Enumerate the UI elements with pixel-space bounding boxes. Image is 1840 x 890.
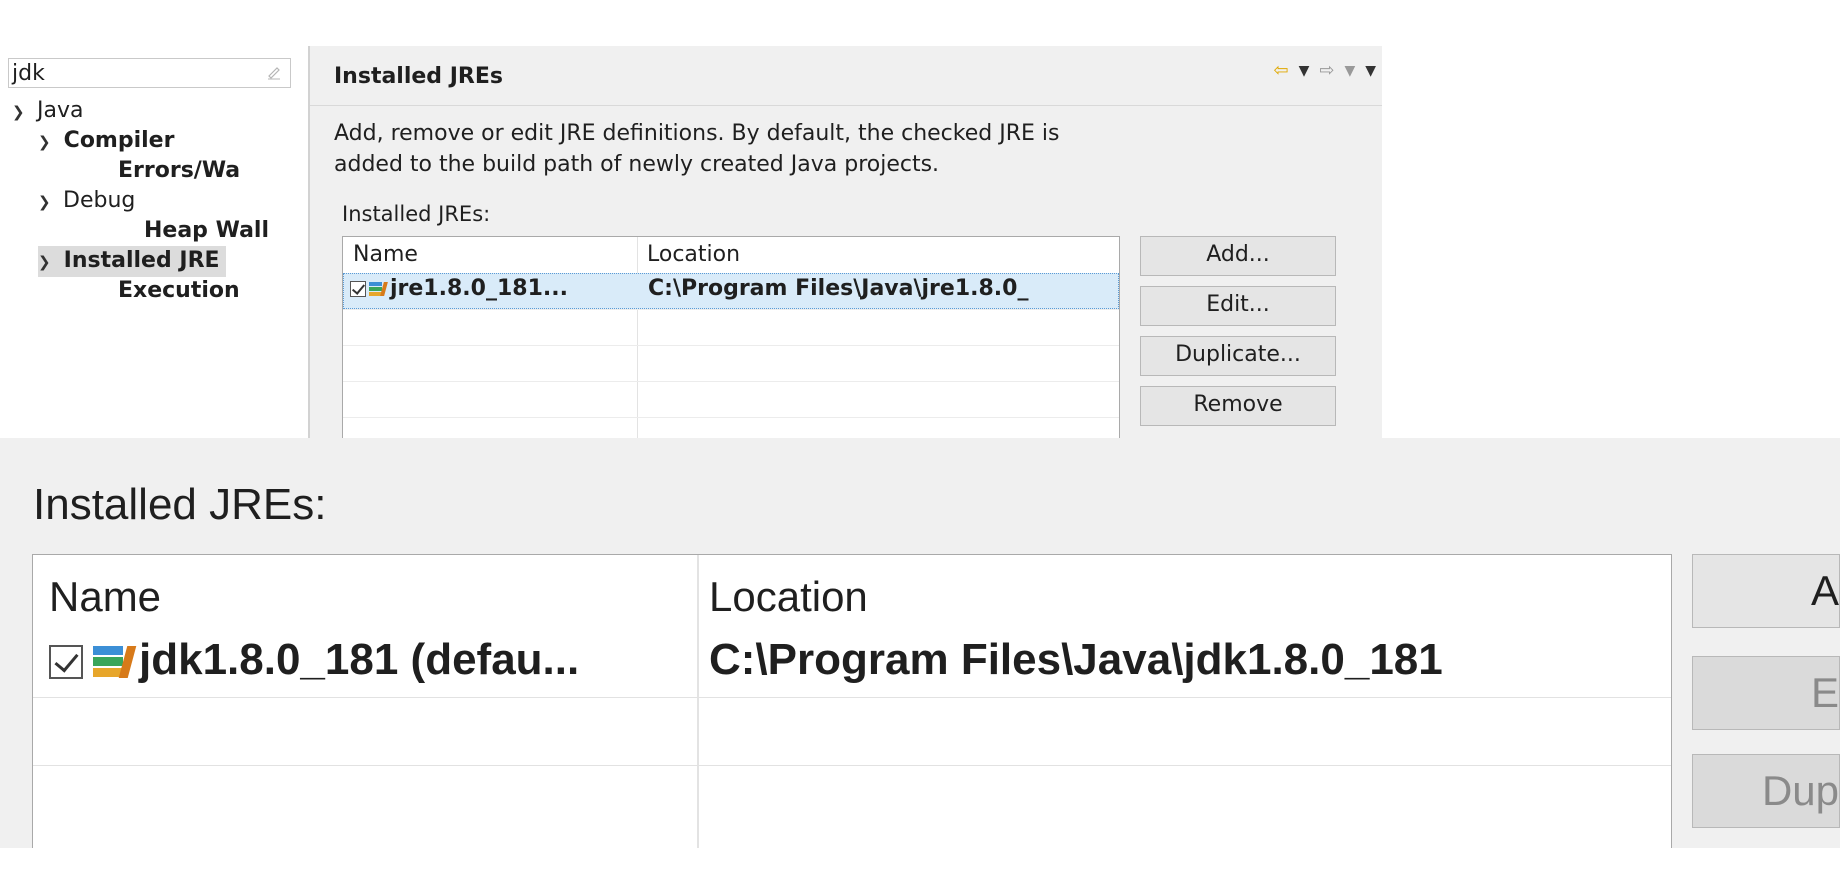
jre-location: C:\Program Files\Java\jre1.8.0_: [648, 276, 1029, 301]
installed-jres-table[interactable]: Name Location jre1.8.0_181... C:\Program…: [342, 236, 1120, 439]
preferences-tree-panel: jdk ❯ Java ❯ Compiler Errors/Wa ❯ Debug: [0, 46, 308, 438]
table-label: Installed JREs:: [342, 202, 491, 226]
tree-item-installed-jres[interactable]: ❯ Installed JRE: [38, 246, 226, 277]
table-label: Installed JREs:: [33, 480, 327, 529]
table-header: Name Location: [343, 237, 1119, 273]
dropdown-icon[interactable]: ▼: [1299, 63, 1310, 79]
table-row: [33, 697, 1671, 765]
duplicate-button[interactable]: Dup: [1692, 754, 1840, 828]
tree-item-debug[interactable]: ❯ Debug: [38, 186, 135, 217]
page-title: Installed JREs: [334, 64, 503, 89]
jre-library-icon: [93, 646, 137, 679]
navigation-toolbar: ⇦ ▼ ⇨ ▼ ▼: [1273, 60, 1376, 81]
forward-arrow-icon[interactable]: ⇨: [1319, 60, 1334, 81]
filter-input[interactable]: jdk: [8, 58, 291, 88]
preferences-dialog: jdk ❯ Java ❯ Compiler Errors/Wa ❯ Debug: [0, 46, 1382, 439]
edit-button[interactable]: Edit...: [1140, 286, 1336, 326]
zoomed-panel: Installed JREs: Name Location jdk1.8.0_1…: [0, 438, 1840, 848]
description-line: Add, remove or edit JRE definitions. By …: [334, 121, 1060, 146]
table-row[interactable]: jdk1.8.0_181 (defau... C:\Program Files\…: [33, 629, 1671, 697]
column-header-location[interactable]: Location: [709, 573, 868, 621]
jre-name: jdk1.8.0_181 (defau...: [139, 635, 580, 684]
menu-dropdown-icon[interactable]: ▼: [1365, 63, 1376, 79]
dropdown-icon[interactable]: ▼: [1344, 63, 1355, 79]
tree-item-label: Heap Wall: [144, 218, 269, 243]
tree-item-label: Compiler: [63, 128, 175, 153]
jre-name-cell: jre1.8.0_181...: [350, 276, 568, 301]
tree-item-label: Installed JRE: [63, 248, 220, 273]
table-row[interactable]: jre1.8.0_181... C:\Program Files\Java\jr…: [343, 273, 1119, 309]
tree-item-label: Java: [37, 98, 84, 123]
page-description: Add, remove or edit JRE definitions. By …: [334, 118, 1334, 180]
column-header-name[interactable]: Name: [49, 573, 161, 621]
jre-name: jre1.8.0_181...: [390, 276, 568, 301]
preferences-tree: ❯ Java ❯ Compiler Errors/Wa ❯ Debug Heap…: [0, 96, 300, 396]
add-button[interactable]: A: [1692, 554, 1840, 628]
column-header-location[interactable]: Location: [647, 242, 740, 267]
installed-jres-table[interactable]: Name Location jdk1.8.0_181 (defau... C:\…: [32, 554, 1672, 848]
installed-jres-page: Installed JREs ⇦ ▼ ⇨ ▼ ▼ Add, remove or …: [310, 46, 1382, 439]
tree-item-heap-walking[interactable]: Heap Wall: [144, 216, 269, 246]
zoomed-jres-view: Installed JREs: Name Location jdk1.8.0_1…: [0, 438, 1840, 848]
add-button[interactable]: Add...: [1140, 236, 1336, 276]
default-jre-checkbox[interactable]: [49, 645, 83, 680]
table-row: [343, 381, 1119, 417]
duplicate-button[interactable]: Duplicate...: [1140, 336, 1336, 376]
chevron-down-icon[interactable]: ❯: [38, 127, 56, 157]
table-row: [343, 309, 1119, 345]
back-arrow-icon[interactable]: ⇦: [1273, 60, 1288, 81]
description-line: added to the build path of newly created…: [334, 152, 940, 177]
chevron-down-icon[interactable]: ❯: [38, 247, 56, 277]
tree-item-label: Errors/Wa: [118, 158, 241, 183]
edit-button[interactable]: E: [1692, 656, 1840, 730]
tree-item-label: Execution: [118, 278, 240, 303]
column-header-name[interactable]: Name: [353, 242, 418, 267]
default-jre-checkbox[interactable]: [350, 281, 366, 297]
table-row: [33, 765, 1671, 833]
tree-item-execution-environments[interactable]: Execution: [118, 276, 240, 306]
filter-input-value[interactable]: jdk: [12, 61, 45, 86]
chevron-down-icon[interactable]: ❯: [12, 97, 30, 127]
tree-item-java[interactable]: ❯ Java: [12, 96, 83, 127]
table-row: [343, 345, 1119, 381]
clear-filter-icon[interactable]: [266, 64, 282, 80]
tree-item-errors-warnings[interactable]: Errors/Wa: [118, 156, 240, 186]
jre-library-icon: [369, 282, 388, 296]
page-header: Installed JREs ⇦ ▼ ⇨ ▼ ▼: [310, 46, 1382, 106]
jre-name-cell: jdk1.8.0_181 (defau...: [49, 635, 579, 685]
jre-location: C:\Program Files\Java\jdk1.8.0_181: [709, 635, 1443, 684]
tree-item-compiler[interactable]: ❯ Compiler: [38, 126, 174, 157]
chevron-down-icon[interactable]: ❯: [38, 187, 56, 217]
tree-item-label: Debug: [63, 188, 136, 213]
remove-button[interactable]: Remove: [1140, 386, 1336, 426]
